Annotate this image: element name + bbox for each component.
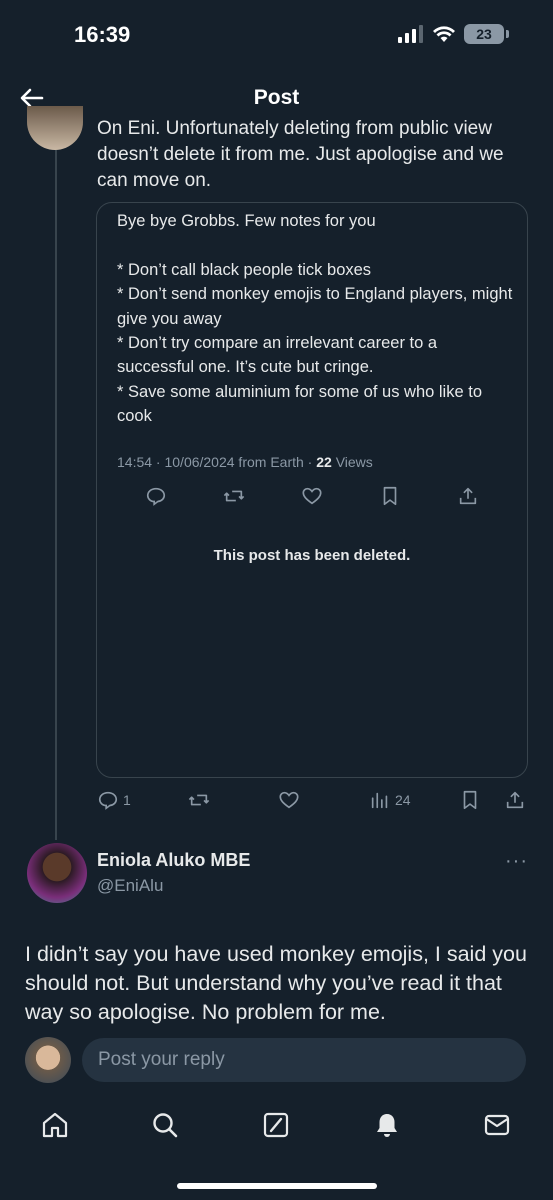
reply-count: 1	[123, 792, 131, 808]
quoted-post-timestamp: 14:54 · 10/06/2024 from Earth ·	[117, 454, 317, 470]
share-icon	[506, 791, 524, 809]
bookmark-icon[interactable]	[379, 485, 401, 507]
quoted-post-text: Bye bye Grobbs. Few notes for you * Don’…	[117, 212, 513, 426]
like-action[interactable]	[278, 788, 300, 812]
views-action[interactable]: 24	[369, 788, 411, 812]
messages-icon[interactable]	[482, 1110, 512, 1140]
like-icon[interactable]	[301, 485, 323, 507]
repost-icon	[188, 794, 210, 806]
post-text: I didn’t say you have used monkey emojis…	[25, 942, 527, 1024]
reply-input[interactable]	[82, 1038, 526, 1082]
home-icon[interactable]	[40, 1110, 70, 1140]
author-handle[interactable]: @EniAlu	[97, 876, 163, 896]
bookmark-action[interactable]	[459, 788, 481, 812]
post-text: On Eni. Unfortunately deleting from publ…	[97, 118, 504, 191]
reply-icon	[98, 791, 118, 810]
search-icon[interactable]	[150, 1110, 180, 1140]
thread-line	[55, 140, 57, 840]
author-name[interactable]: Eniola Aluko MBE	[97, 850, 250, 871]
quoted-post-meta: 14:54 · 10/06/2024 from Earth · 22 Views	[117, 454, 373, 470]
battery-icon: 23	[464, 24, 504, 44]
views-count: 24	[395, 792, 411, 808]
status-icons: 23	[398, 24, 509, 44]
notifications-icon[interactable]	[372, 1110, 402, 1140]
wifi-icon	[433, 26, 455, 42]
signal-icon	[398, 25, 423, 43]
quoted-post-views-label: Views	[331, 454, 373, 470]
bookmark-icon	[463, 790, 477, 810]
avatar[interactable]	[27, 106, 83, 150]
views-chart-icon	[371, 792, 388, 809]
reply-action[interactable]: 1	[97, 788, 131, 812]
share-action[interactable]	[504, 788, 526, 812]
status-time: 16:39	[74, 22, 131, 47]
avatar	[25, 1037, 71, 1083]
share-icon[interactable]	[457, 485, 479, 507]
battery-tip	[506, 30, 509, 38]
quoted-post-views-count: 22	[316, 454, 332, 470]
deleted-notice: This post has been deleted.	[213, 547, 411, 564]
grok-icon[interactable]	[261, 1110, 291, 1140]
avatar[interactable]	[27, 843, 87, 903]
home-indicator	[177, 1183, 377, 1189]
repost-icon[interactable]	[223, 485, 245, 507]
repost-action[interactable]	[188, 788, 210, 812]
like-icon	[279, 791, 299, 809]
more-options-icon[interactable]: ···	[505, 850, 528, 873]
reply-icon[interactable]	[145, 485, 167, 507]
